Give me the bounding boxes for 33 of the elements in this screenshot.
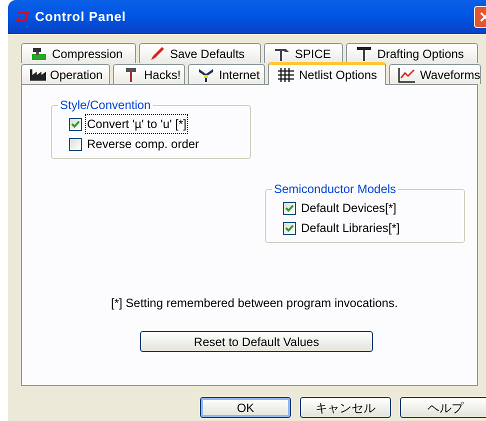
tab[interactable]: Compression	[21, 43, 136, 63]
checkbox[interactable]	[69, 138, 82, 150]
checkbox[interactable]	[283, 202, 296, 214]
tab[interactable]: Netlist Options	[268, 62, 386, 85]
checkbox[interactable]	[283, 222, 296, 234]
check-icon	[285, 224, 294, 232]
grid-icon	[277, 67, 295, 83]
tack-icon	[355, 46, 374, 62]
checkbox[interactable]	[69, 118, 82, 130]
tab[interactable]: Drafting Options	[346, 43, 478, 63]
checkbox-label: Convert 'µ' to 'u' [*]	[85, 114, 188, 134]
tab[interactable]: SPICE	[264, 43, 344, 63]
dialog-button[interactable]: キャンセル	[300, 397, 391, 418]
tab[interactable]: Operation	[21, 64, 110, 84]
group-title: Semiconductor Models	[272, 182, 398, 196]
tab[interactable]: Save Defaults	[138, 43, 261, 63]
chart-icon	[398, 66, 416, 82]
tab[interactable]: Hacks!	[113, 64, 185, 84]
note-text: [*] Setting remembered between program invocations.	[111, 295, 399, 312]
checkbox-label: Default Devices[*]	[300, 200, 398, 217]
tab[interactable]: Waveforms	[389, 64, 482, 84]
dialog-button[interactable]: ヘルプ	[400, 397, 486, 418]
check-icon	[285, 204, 294, 212]
dialog-button[interactable]: OK	[200, 397, 291, 418]
factory-icon	[30, 68, 46, 80]
checkbox-label: Default Libraries[*]	[300, 220, 401, 237]
app-logo-icon	[14, 11, 30, 23]
window-title: Control Panel	[35, 8, 126, 26]
group-title: Style/Convention	[58, 98, 153, 112]
checkbox-label: Reverse comp. order	[86, 136, 200, 153]
check-icon	[71, 120, 80, 128]
tab[interactable]: Internet	[188, 64, 265, 84]
reset-button[interactable]: Reset to Default Values	[140, 331, 373, 352]
